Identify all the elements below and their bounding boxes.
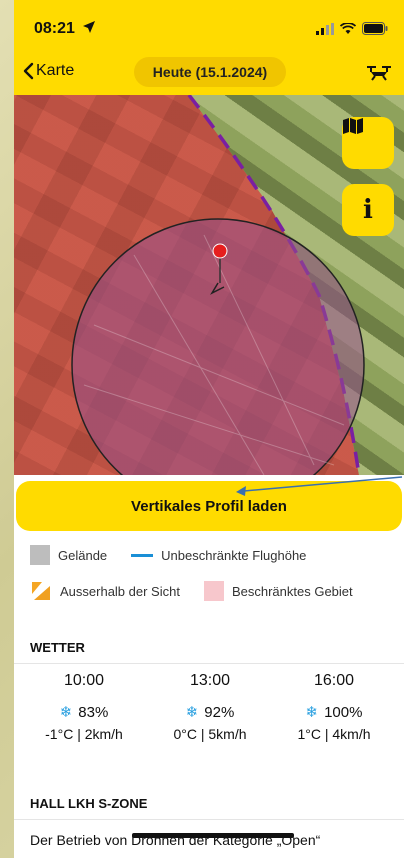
humidity-value: 100% [324,703,363,721]
battery-icon [362,22,388,35]
status-time: 08:21 [34,20,75,37]
back-label: Karte [36,62,75,79]
weather-time: 16:00 [313,672,355,689]
map-layers-button[interactable] [342,117,394,169]
map-icon [343,118,363,134]
status-icons [316,22,388,35]
humidity-value: 92% [204,703,235,721]
chevron-left-icon [23,62,34,80]
header: 08:21 Karte Heute (15.1.2024) [14,0,404,95]
map-view[interactable]: i [14,95,404,475]
snowflake-icon: ❄ [59,704,73,721]
date-selector[interactable]: Heute (15.1.2024) [134,57,286,87]
signal-icon [316,22,334,35]
info-button[interactable]: i [342,184,394,236]
weather-column: 10:00 ❄ 83% -1°C | 2km/h [19,672,149,742]
legend-restricted-area: Beschränktes Gebiet [203,581,353,601]
location-arrow-icon [83,21,95,33]
legend-restricted-area-label: Beschränktes Gebiet [231,583,353,599]
legend-terrain-label: Gelände [58,547,108,563]
weather-column: 13:00 ❄ 92% 0°C | 5km/h [145,672,275,742]
humidity-value: 83% [78,703,109,721]
terrain-swatch [30,545,50,565]
drone-icon[interactable] [366,64,392,82]
weather-temp-wind: -1°C | 2km/h [45,726,123,742]
weather-title: WETTER [30,640,85,655]
weather-temp-wind: 0°C | 5km/h [173,726,247,742]
snowflake-icon: ❄ [185,704,199,721]
weather-temp-wind: 1°C | 4km/h [297,726,371,742]
weather-humidity: ❄ 100% [269,698,399,726]
load-vertical-profile-button[interactable]: Vertikales Profil laden [16,481,402,531]
snowflake-icon: ❄ [305,704,319,721]
legend-unlimited-altitude: Unbeschränkte Flughöhe [131,548,306,563]
legend-out-of-sight: Ausserhalb der Sicht [30,580,180,602]
zone-title: HALL LKH S-ZONE [30,796,148,811]
back-button[interactable]: Karte [22,62,74,80]
legend: Gelände Unbeschränkte Flughöhe Ausserhal… [30,542,400,614]
zone-divider [14,819,404,820]
weather-humidity: ❄ 83% [19,698,149,726]
weather-humidity: ❄ 92% [145,698,275,726]
weather-divider [14,663,404,664]
legend-unlimited-altitude-label: Unbeschränkte Flughöhe [161,547,307,563]
altitude-line-swatch [131,553,154,557]
weather-time: 13:00 [189,672,231,689]
weather-column: 16:00 ❄ 100% 1°C | 4km/h [269,672,399,742]
wifi-icon [340,22,356,34]
out-of-sight-swatch [32,582,50,600]
restricted-swatch [203,581,224,601]
legend-terrain: Gelände [30,545,107,565]
weather-time: 10:00 [63,672,105,689]
legend-out-of-sight-label: Ausserhalb der Sicht [60,583,180,599]
app-screen: 08:21 Karte Heute (15.1.2024) i Vertikal… [14,0,404,858]
scroll-indicator [132,833,294,838]
